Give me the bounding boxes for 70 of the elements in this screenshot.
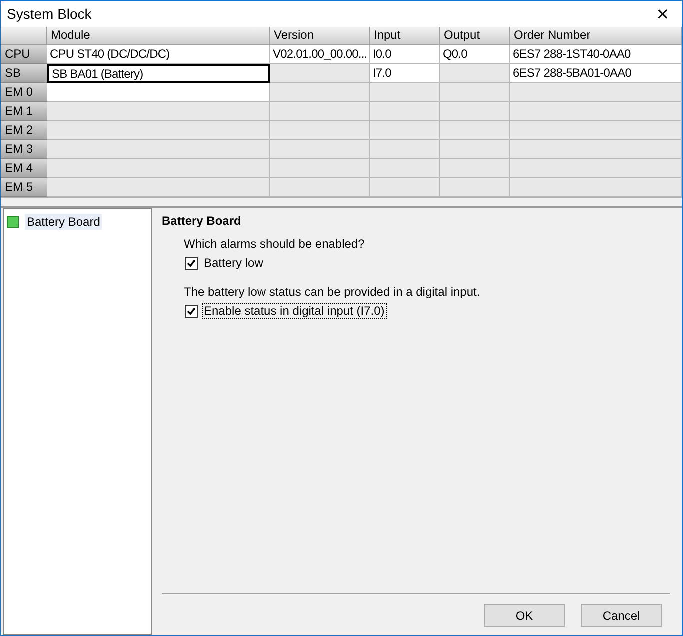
table-cell[interactable] — [440, 121, 510, 140]
table-cell[interactable]: V02.01.00_00.00... — [270, 45, 370, 64]
window-title: System Block — [7, 6, 92, 22]
column-header: Module — [47, 27, 270, 45]
table-cell[interactable] — [47, 159, 270, 178]
row-header: SB — [1, 64, 47, 83]
column-header: Order Number — [510, 27, 682, 45]
table-cell[interactable] — [270, 159, 370, 178]
prompt-text: Which alarms should be enabled? — [184, 237, 366, 251]
column-header: Input — [370, 27, 440, 45]
table-cell[interactable] — [510, 159, 682, 178]
checkbox-label[interactable]: Enable status in digital input (I7.0) — [203, 304, 386, 318]
table-cell[interactable]: CPU ST40 (DC/DC/DC) — [47, 45, 270, 64]
checkbox-label[interactable]: Battery low — [203, 256, 264, 270]
check-icon — [187, 306, 196, 316]
table-cell[interactable] — [510, 83, 682, 102]
table-cell[interactable] — [510, 178, 682, 197]
table-cell[interactable]: 6ES7 288-5BA01-0AA0 — [510, 64, 682, 83]
table-cell[interactable] — [510, 140, 682, 159]
table-cell[interactable] — [270, 178, 370, 197]
table-cell[interactable] — [370, 140, 440, 159]
table-cell[interactable] — [270, 64, 370, 83]
node-icon — [7, 216, 19, 228]
table-cell[interactable] — [47, 121, 270, 140]
table-cell[interactable] — [47, 83, 270, 102]
prompt-text: The battery low status can be provided in a digital input. — [184, 285, 482, 299]
row-header: CPU — [1, 45, 47, 64]
check-icon — [187, 258, 196, 268]
row-header: EM 0 — [1, 83, 47, 102]
table-cell[interactable]: I0.0 — [370, 45, 440, 64]
table-cell[interactable] — [47, 102, 270, 121]
tree-item[interactable]: Battery Board — [25, 214, 102, 230]
table-cell[interactable]: Q0.0 — [440, 45, 510, 64]
table-cell[interactable] — [440, 140, 510, 159]
table-cell[interactable]: SB BA01 (Battery) — [47, 64, 270, 83]
splitter-bar[interactable] — [1, 197, 682, 208]
checkbox[interactable] — [185, 304, 198, 318]
row-header: EM 2 — [1, 121, 47, 140]
row-header: EM 3 — [1, 140, 47, 159]
table-cell[interactable] — [510, 121, 682, 140]
table-cell[interactable] — [370, 178, 440, 197]
table-cell[interactable] — [440, 159, 510, 178]
cancel-button[interactable]: Cancel — [581, 604, 662, 627]
table-cell[interactable] — [440, 83, 510, 102]
table-cell[interactable] — [47, 140, 270, 159]
table-cell[interactable] — [510, 102, 682, 121]
row-header: EM 1 — [1, 102, 47, 121]
table-cell[interactable] — [440, 102, 510, 121]
checkbox[interactable] — [185, 256, 198, 270]
table-cell[interactable] — [270, 83, 370, 102]
row-header: EM 5 — [1, 178, 47, 197]
corner-header — [1, 27, 47, 45]
table-cell[interactable] — [370, 102, 440, 121]
table-cell[interactable]: 6ES7 288-1ST40-0AA0 — [510, 45, 682, 64]
table-cell[interactable] — [270, 121, 370, 140]
column-header: Version — [270, 27, 370, 45]
section-heading: Battery Board — [162, 214, 242, 228]
column-header: Output — [440, 27, 510, 45]
table-cell[interactable]: I7.0 — [370, 64, 440, 83]
ok-button[interactable]: OK — [484, 604, 565, 627]
table-cell[interactable] — [370, 83, 440, 102]
table-cell[interactable] — [370, 121, 440, 140]
row-header: EM 4 — [1, 159, 47, 178]
close-button[interactable]: ✕ — [648, 2, 678, 26]
table-cell[interactable] — [47, 178, 270, 197]
table-cell[interactable] — [440, 64, 510, 83]
table-cell[interactable] — [270, 140, 370, 159]
table-cell[interactable] — [370, 159, 440, 178]
table-cell[interactable] — [270, 102, 370, 121]
table-cell[interactable] — [440, 178, 510, 197]
